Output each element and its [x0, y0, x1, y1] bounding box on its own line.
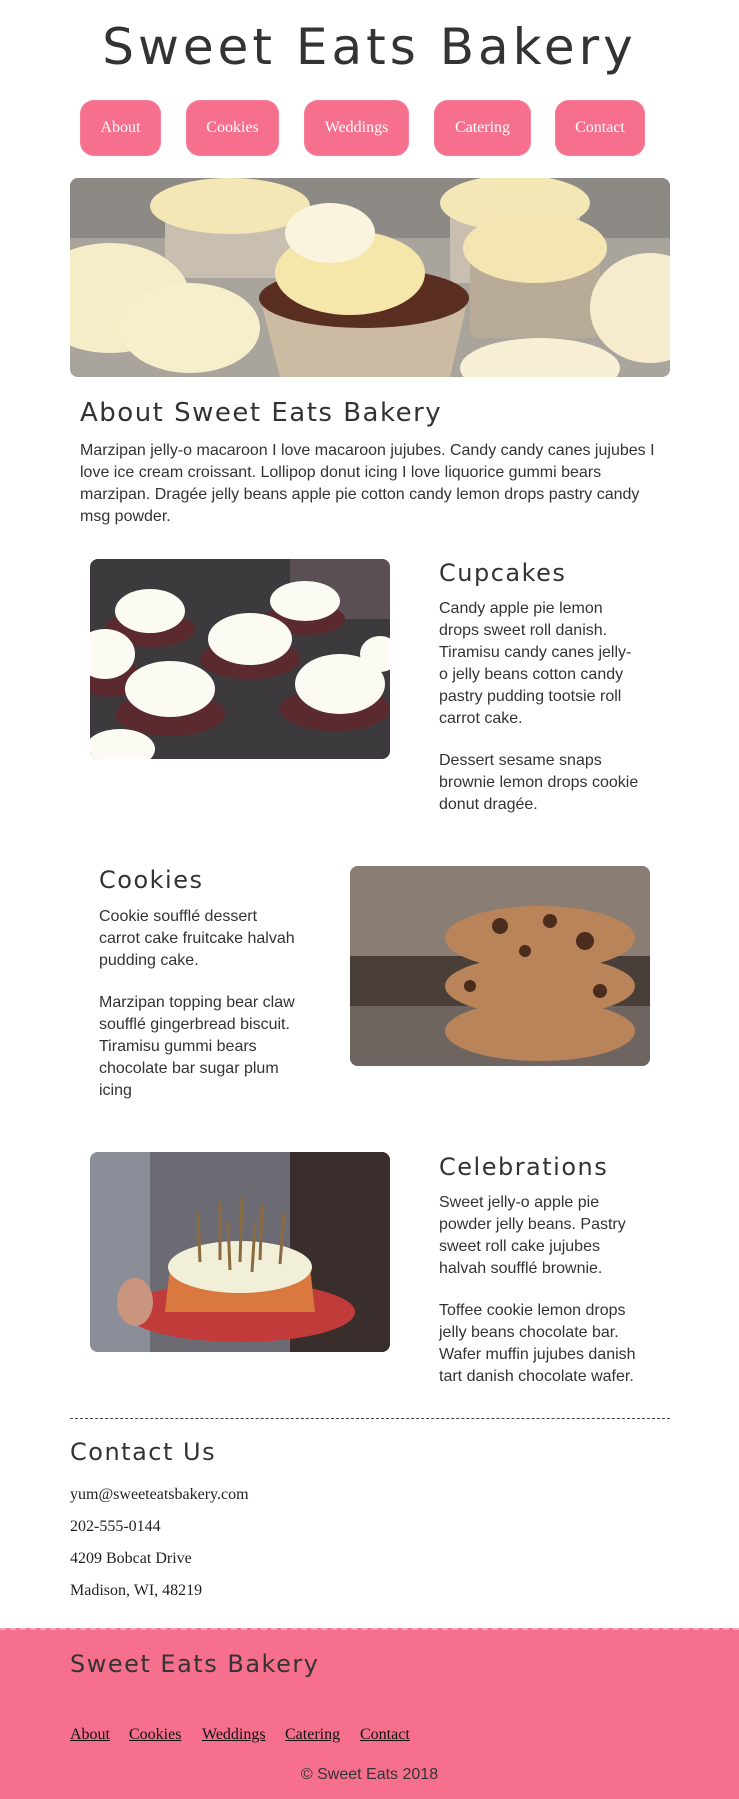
cookies-title: Cookies: [99, 866, 204, 894]
celebrations-text-1: Sweet jelly-o apple pie powder jelly bea…: [439, 1194, 626, 1277]
cupcakes-text-1: Candy apple pie lemon drops sweet roll d…: [439, 600, 632, 727]
cupcakes-text-2: Dessert sesame snaps brownie lemon drops…: [439, 752, 639, 813]
section-divider: [70, 1418, 670, 1419]
nav-catering-button[interactable]: Catering: [434, 100, 531, 156]
footer-link-weddings[interactable]: Weddings: [202, 1726, 266, 1744]
contact-street: 4209 Bobcat Drive: [70, 1550, 192, 1567]
celebrations-title: Celebrations: [439, 1153, 609, 1181]
cupcakes-image: [90, 559, 390, 759]
footer-link-cookies[interactable]: Cookies: [129, 1726, 181, 1744]
cookies-text-1: Cookie soufflé dessert carrot cake fruit…: [99, 908, 295, 969]
contact-email: yum@sweeteatsbakery.com: [70, 1486, 249, 1503]
nav-cookies-button[interactable]: Cookies: [186, 100, 279, 156]
about-title: About Sweet Eats Bakery: [80, 398, 443, 428]
nav-contact-button[interactable]: Contact: [555, 100, 645, 156]
footer: Sweet Eats Bakery About Cookies Weddings…: [0, 1628, 739, 1799]
cookies-image: [350, 866, 650, 1066]
footer-link-contact[interactable]: Contact: [360, 1726, 410, 1744]
site-title: Sweet Eats Bakery: [102, 18, 637, 76]
about-text: Marzipan jelly-o macaroon I love macaroo…: [80, 442, 655, 525]
nav-about-button[interactable]: About: [80, 100, 161, 156]
footer-link-about[interactable]: About: [70, 1726, 110, 1744]
contact-city: Madison, WI, 48219: [70, 1582, 203, 1599]
celebrations-image: [90, 1152, 390, 1352]
cupcakes-title: Cupcakes: [439, 559, 567, 587]
celebrations-text-2: Toffee cookie lemon drops jelly beans ch…: [439, 1302, 636, 1385]
hero-image: [70, 178, 670, 377]
cookies-text-2: Marzipan topping bear claw soufflé ginge…: [99, 994, 295, 1099]
footer-link-catering[interactable]: Catering: [285, 1726, 340, 1744]
footer-title: Sweet Eats Bakery: [70, 1650, 320, 1678]
nav-weddings-button[interactable]: Weddings: [304, 100, 409, 156]
contact-phone: 202-555-0144: [70, 1518, 161, 1535]
contact-title: Contact Us: [70, 1438, 217, 1466]
copyright-text: © Sweet Eats 2018: [300, 1766, 439, 1783]
